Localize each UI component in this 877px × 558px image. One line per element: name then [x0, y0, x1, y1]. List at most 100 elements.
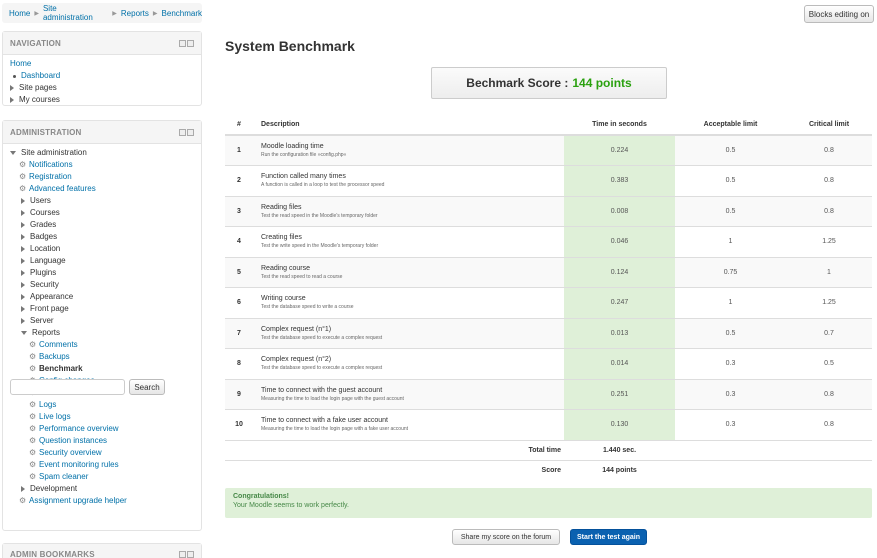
admin-search-input[interactable] [10, 379, 125, 395]
block-dock-icon[interactable] [179, 128, 186, 136]
block-controls [179, 550, 194, 558]
admin-site-administration[interactable]: Site administration [21, 147, 87, 159]
row-number: 3 [225, 195, 253, 227]
row-acceptable: 0.5 [675, 317, 786, 349]
admin-item-front-page[interactable]: Front page [30, 303, 69, 315]
nav-home[interactable]: Home [10, 58, 31, 70]
expand-arrow-icon[interactable] [21, 318, 25, 324]
admin-bookmarks-block: ADMIN BOOKMARKS [2, 543, 202, 558]
expand-arrow-icon[interactable] [10, 97, 14, 103]
report-question-instances[interactable]: Question instances [39, 435, 107, 447]
row-subtitle: Test the database speed to execute a com… [261, 365, 383, 372]
nav-my-courses[interactable]: My courses [19, 94, 60, 106]
expand-arrow-icon[interactable] [21, 294, 25, 300]
expand-arrow-icon[interactable] [21, 282, 25, 288]
table-row: 2 Function called many times A function i… [225, 165, 872, 196]
nav-dashboard[interactable]: Dashboard [21, 70, 60, 82]
report-spam-cleaner[interactable]: Spam cleaner [39, 471, 88, 483]
row-title: Time to connect with a fake user account [261, 417, 388, 425]
admin-item-development[interactable]: Development [30, 483, 77, 495]
administration-tree: Site administration ⚙ Notifications ⚙ Regi… [3, 144, 201, 507]
report-benchmark[interactable]: Benchmark [39, 363, 83, 375]
admin-item-reports[interactable]: Reports [32, 327, 60, 339]
admin-item-location[interactable]: Location [30, 243, 60, 255]
row-number: 10 [225, 409, 253, 440]
row-time: 0.247 [564, 287, 675, 318]
admin-item-appearance[interactable]: Appearance [30, 291, 73, 303]
report-live-logs[interactable]: Live logs [39, 411, 71, 423]
expand-arrow-icon[interactable] [21, 270, 25, 276]
expand-arrow-icon[interactable] [21, 222, 25, 228]
row-description: Moodle loading time Run the configuration… [253, 134, 564, 166]
admin-item-assignment-upgrade-helper[interactable]: Assignment upgrade helper [29, 495, 127, 507]
table-row: 4 Creating files Test the write speed in … [225, 226, 872, 257]
table-row: 5 Reading course Test the read speed to r… [225, 256, 872, 288]
breadcrumb-site-administration[interactable]: Site administration [43, 4, 108, 22]
admin-item-grades[interactable]: Grades [30, 219, 56, 231]
breadcrumb-benchmark[interactable]: Benchmark [162, 9, 202, 18]
admin-item-registration[interactable]: Registration [29, 171, 72, 183]
expand-arrow-icon[interactable] [21, 198, 25, 204]
row-description: Complex request (n°2) Test the database s… [253, 348, 564, 379]
breadcrumb-home[interactable]: Home [9, 9, 30, 18]
expand-arrow-icon[interactable] [21, 210, 25, 216]
row-acceptable: 0.5 [675, 195, 786, 227]
admin-item-security[interactable]: Security [30, 279, 59, 291]
row-critical: 0.8 [786, 409, 872, 440]
start-test-again-button[interactable]: Start the test again [570, 529, 647, 545]
expand-arrow-icon[interactable] [21, 258, 25, 264]
blocks-editing-button[interactable]: Blocks editing on [804, 5, 874, 23]
expand-arrow-icon[interactable] [10, 85, 14, 91]
nav-site-pages[interactable]: Site pages [19, 82, 57, 94]
score-label: Bechmark Score : [466, 76, 569, 90]
row-title: Complex request (n°1) [261, 325, 332, 333]
report-event-monitoring-rules[interactable]: Event monitoring rules [39, 459, 119, 471]
row-subtitle: Test the write speed in the Moodle's tem… [261, 243, 379, 250]
admin-search-button[interactable]: Search [129, 379, 165, 395]
admin-item-notifications[interactable]: Notifications [29, 159, 73, 171]
row-acceptable: 0.3 [675, 409, 786, 440]
admin-item-users[interactable]: Users [30, 195, 51, 207]
congratulations-text: Your Moodle seems to work perfectly. [233, 502, 349, 509]
report-comments[interactable]: Comments [39, 339, 78, 351]
table-header-row: # Description Time in seconds Acceptable… [225, 115, 872, 136]
table-row: 1 Moodle loading time Run the configurati… [225, 134, 872, 166]
collapse-arrow-icon[interactable] [10, 151, 16, 155]
row-title: Function called many times [261, 173, 346, 181]
row-critical: 0.8 [786, 378, 872, 410]
admin-item-advanced-features[interactable]: Advanced features [29, 183, 96, 195]
admin-item-courses[interactable]: Courses [30, 207, 60, 219]
administration-block-header: ADMINISTRATION [3, 121, 201, 144]
report-security-overview[interactable]: Security overview [39, 447, 102, 459]
block-hide-icon[interactable] [187, 128, 194, 136]
admin-item-language[interactable]: Language [30, 255, 66, 267]
gear-icon: ⚙ [29, 424, 37, 433]
row-description: Function called many times A function is … [253, 165, 564, 196]
block-hide-icon[interactable] [187, 39, 194, 47]
score-row-value: 144 points [564, 459, 675, 480]
block-dock-icon[interactable] [179, 550, 186, 558]
report-performance-overview[interactable]: Performance overview [39, 423, 119, 435]
breadcrumb-reports[interactable]: Reports [121, 9, 149, 18]
congratulations-title: Congratulations! [233, 493, 289, 500]
share-score-button[interactable]: Share my score on the forum [452, 529, 560, 545]
row-acceptable: 0.5 [675, 134, 786, 166]
expand-arrow-icon[interactable] [21, 306, 25, 312]
admin-item-plugins[interactable]: Plugins [30, 267, 56, 279]
collapse-arrow-icon[interactable] [21, 331, 27, 335]
expand-arrow-icon[interactable] [21, 234, 25, 240]
admin-item-server[interactable]: Server [30, 315, 54, 327]
row-critical: 0.7 [786, 317, 872, 349]
expand-arrow-icon[interactable] [21, 486, 25, 492]
report-logs[interactable]: Logs [39, 399, 56, 411]
row-critical: 0.8 [786, 165, 872, 196]
row-subtitle: Measuring the time to load the login pag… [261, 426, 409, 433]
gear-icon: ⚙ [29, 472, 37, 481]
report-backups[interactable]: Backups [39, 351, 70, 363]
block-hide-icon[interactable] [187, 550, 194, 558]
expand-arrow-icon[interactable] [21, 246, 25, 252]
congratulations-alert: Congratulations! Your Moodle seems to wo… [225, 488, 872, 518]
admin-item-badges[interactable]: Badges [30, 231, 57, 243]
block-dock-icon[interactable] [179, 39, 186, 47]
row-time: 0.383 [564, 165, 675, 196]
